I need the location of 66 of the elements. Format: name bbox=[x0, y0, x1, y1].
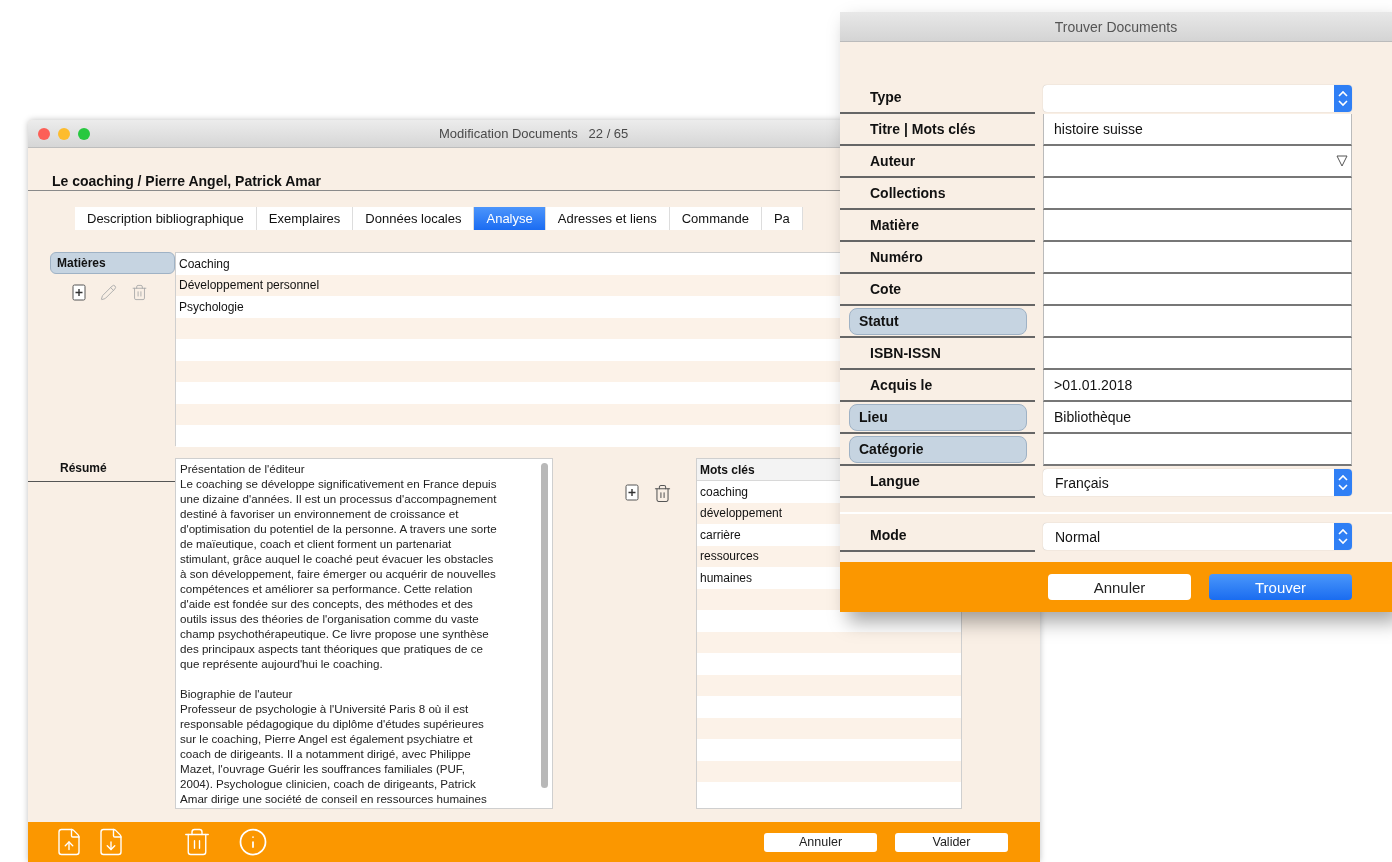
field-label: Matière bbox=[869, 217, 920, 233]
tab[interactable]: Exemplaires bbox=[256, 207, 354, 230]
keyword-item[interactable]: carrière bbox=[700, 527, 741, 542]
cancel-button[interactable]: Annuler bbox=[764, 832, 877, 852]
select-field[interactable]: Français bbox=[1043, 469, 1352, 496]
keyword-item[interactable]: ressources bbox=[700, 549, 759, 564]
dropdown-triangle-icon[interactable] bbox=[1336, 155, 1348, 167]
input-field[interactable] bbox=[1043, 274, 1352, 306]
input-field[interactable]: Bibliothèque bbox=[1043, 402, 1352, 434]
field-label: Numéro bbox=[869, 249, 923, 265]
add-icon[interactable] bbox=[71, 284, 86, 301]
dialog-title: Trouver Documents bbox=[1054, 18, 1178, 35]
info-icon[interactable] bbox=[238, 827, 268, 857]
field-label-button[interactable]: Statut bbox=[849, 307, 1027, 335]
field-label: Collections bbox=[869, 185, 946, 201]
field-label: Cote bbox=[869, 281, 902, 297]
field-label: Mode bbox=[869, 527, 907, 543]
input-field[interactable] bbox=[1043, 210, 1352, 242]
input-field[interactable] bbox=[1043, 338, 1352, 370]
input-field[interactable] bbox=[1043, 434, 1352, 466]
scrollbar-thumb[interactable] bbox=[541, 463, 548, 788]
window-title: Modification Documents 22 / 65 bbox=[439, 126, 629, 141]
field-label: Titre | Mots clés bbox=[869, 121, 976, 137]
tab[interactable]: Commande bbox=[669, 207, 762, 230]
summary-field[interactable] bbox=[175, 458, 553, 809]
field-label: Langue bbox=[869, 473, 920, 489]
tab[interactable]: Données locales bbox=[353, 207, 475, 230]
stepper-icon[interactable] bbox=[1334, 469, 1352, 496]
tab[interactable]: Adresses et liens bbox=[545, 207, 670, 230]
tab[interactable]: Analyse bbox=[474, 207, 546, 230]
input-field[interactable] bbox=[1043, 306, 1352, 338]
select-field[interactable] bbox=[1043, 85, 1352, 112]
subject-item[interactable]: Coaching bbox=[179, 256, 230, 271]
field-label: Auteur bbox=[869, 153, 916, 169]
select-field[interactable]: Normal bbox=[1043, 523, 1352, 550]
field-label: Type bbox=[869, 89, 902, 105]
field-label-button[interactable]: Catégorie bbox=[849, 435, 1027, 463]
subject-item[interactable]: Développement personnel bbox=[179, 278, 320, 293]
input-field[interactable]: histoire suisse bbox=[1043, 114, 1352, 146]
keyword-item[interactable]: développement bbox=[700, 506, 783, 521]
combo-field[interactable] bbox=[1043, 146, 1352, 178]
add-icon[interactable] bbox=[625, 484, 639, 501]
find-button[interactable]: Trouver bbox=[1209, 574, 1352, 600]
column-header: Mots clés bbox=[700, 462, 755, 477]
input-field[interactable] bbox=[1043, 178, 1352, 210]
keyword-item[interactable]: coaching bbox=[700, 484, 749, 499]
delete-icon[interactable] bbox=[653, 484, 672, 503]
stepper-icon[interactable] bbox=[1334, 523, 1352, 550]
field-label-button[interactable]: Lieu bbox=[849, 403, 1027, 431]
field-label: ISBN-ISSN bbox=[869, 345, 941, 361]
subjects-label[interactable]: Matières bbox=[50, 252, 175, 274]
input-field[interactable]: >01.01.2018 bbox=[1043, 370, 1352, 402]
summary-paragraph: Biographie de l'auteur Professeur de psychologie à l'Université Paris 8 où il est responsable pédagogique du diplôme d'études supérieures sur le coaching, Pierre Angel est également psychiatre et coach de dirigeants. Il a notamment dirigé, avec Philippe Mazet, l'ouvrage Guérir les souffrances familiales (PUF, 2004). Psychologue clinicien, coach de dirigeants, Patrick Amar dirige une société de conseil en ressources humaines bbox=[180, 686, 488, 806]
validate-button[interactable]: Valider bbox=[895, 832, 1008, 852]
cancel-button[interactable]: Annuler bbox=[1048, 574, 1191, 600]
close-button[interactable] bbox=[38, 127, 50, 140]
input-field[interactable] bbox=[1043, 242, 1352, 274]
summary-paragraph: Présentation de l'éditeur Le coaching se développe significativement en France depuis une dizaine d'années. Il est un processus d'accompagnement destiné à favoriser un environnement de croissance et d'optimisation du potentiel de la personne. A travers une sorte de maïeutique, coach et client forment un partenariat stimulant, grâce auquel le coaché peut évacuer les obstacles à son développement, faire émerger ou acquérir de nouvelles compétences et améliorer sa performance. Cette relation d'aide est fondée sur des concepts, des méthodes et des outils issus des théories de l'organisation comme du vaste champ psychothérapeutique. Ce livre propose une synthèse des principaux aspects tant théoriques que pratiques de ce que représente aujourd'hui le coaching. bbox=[180, 461, 498, 671]
field-label: Acquis le bbox=[869, 377, 933, 393]
subject-item[interactable]: Psychologie bbox=[179, 299, 244, 314]
keyword-item[interactable]: humaines bbox=[700, 570, 753, 585]
stepper-icon[interactable] bbox=[1334, 85, 1352, 112]
record-title: Le coaching / Pierre Angel, Patrick Amar bbox=[52, 173, 321, 189]
tab[interactable]: Pa bbox=[761, 207, 803, 230]
tab[interactable]: Description bibliographique bbox=[75, 207, 257, 230]
summary-label: Résumé bbox=[60, 461, 107, 477]
